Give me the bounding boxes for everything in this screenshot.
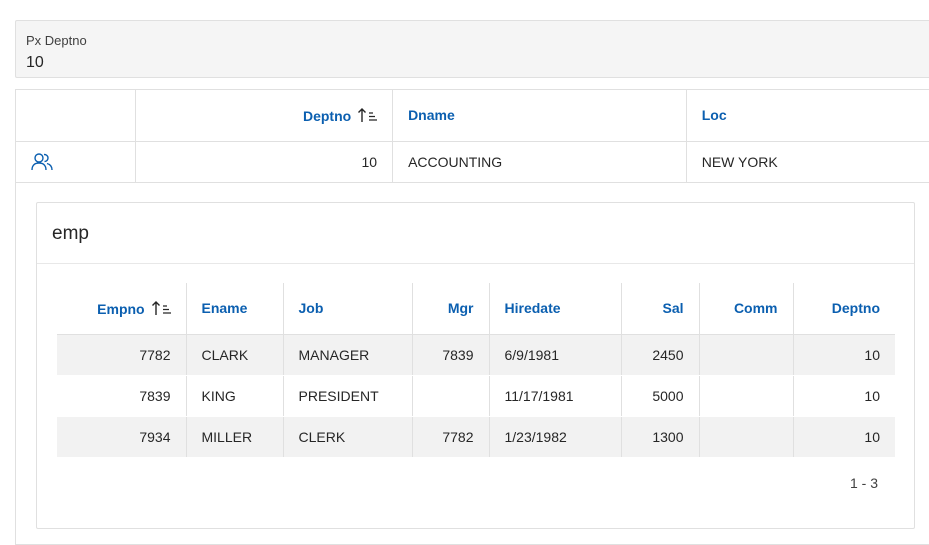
emp-cell-comm: [699, 334, 794, 376]
table-row: 7839 KING PRESIDENT 11/17/1981 5000 10: [57, 375, 895, 417]
emp-region-title: emp: [52, 223, 89, 244]
table-row: 10 ACCOUNTING NEW YORK: [16, 141, 929, 183]
emp-cell-ename: MILLER: [186, 416, 284, 458]
dept-header-deptno-label: Deptno: [302, 107, 352, 124]
emp-header-ename[interactable]: Ename: [186, 283, 284, 335]
emp-cell-deptno: 10: [793, 375, 895, 417]
emp-cell-comm: [699, 375, 794, 417]
dept-header-link: [16, 90, 137, 142]
emp-header-mgr[interactable]: Mgr: [412, 283, 490, 335]
pagination-range: 1 - 3: [849, 475, 878, 491]
emp-cell-job: PRESIDENT: [283, 375, 413, 417]
emp-cell-mgr: 7839: [412, 334, 490, 376]
table-row: 7782 CLARK MANAGER 7839 6/9/1981 2450 10: [57, 334, 895, 376]
emp-header-empno-label: Empno: [97, 300, 145, 317]
px-deptno-value[interactable]: 10: [26, 54, 44, 72]
emp-header-hiredate[interactable]: Hiredate: [489, 283, 622, 335]
table-row: 7934 MILLER CLERK 7782 1/23/1982 1300 10: [57, 416, 895, 458]
emp-cell-sal: 1300: [621, 416, 700, 458]
sort-ascending-icon: [151, 300, 171, 315]
emp-cell-hiredate: 11/17/1981: [489, 375, 622, 417]
emp-cell-job: CLERK: [283, 416, 413, 458]
emp-cell-empno: 7934: [57, 416, 187, 458]
emp-header-job[interactable]: Job: [283, 283, 413, 335]
dept-header-loc[interactable]: Loc: [686, 90, 929, 142]
emp-table: Empno Ename Job Mgr Hiredate Sal Comm De…: [57, 283, 895, 458]
users-icon[interactable]: [31, 152, 53, 172]
emp-region-header: emp: [37, 203, 914, 264]
emp-cell-hiredate: 6/9/1981: [489, 334, 622, 376]
page: Px Deptno 10 Deptno Dname Loc 10 ACCOUNT…: [0, 0, 929, 545]
emp-header-row: Empno Ename Job Mgr Hiredate Sal Comm De…: [57, 283, 895, 335]
dept-header-row: Deptno Dname Loc: [16, 90, 929, 142]
emp-cell-deptno: 10: [793, 334, 895, 376]
emp-header-sal[interactable]: Sal: [621, 283, 700, 335]
emp-header-deptno[interactable]: Deptno: [793, 283, 895, 335]
emp-cell-sal: 5000: [621, 375, 700, 417]
dept-cell-loc: NEW YORK: [686, 141, 929, 183]
sort-ascending-icon: [358, 107, 378, 122]
emp-cell-deptno: 10: [793, 416, 895, 458]
px-deptno-label: Px Deptno: [26, 33, 87, 48]
dept-cell-deptno: 10: [135, 141, 394, 183]
dept-table: Deptno Dname Loc 10 ACCOUNTING NEW YORK: [16, 90, 929, 183]
emp-cell-sal: 2450: [621, 334, 700, 376]
px-deptno-field[interactable]: Px Deptno 10: [15, 20, 929, 78]
dept-report: Deptno Dname Loc 10 ACCOUNTING NEW YORK …: [15, 89, 929, 545]
dept-row-link-cell[interactable]: [16, 141, 137, 183]
emp-cell-job: MANAGER: [283, 334, 413, 376]
emp-cell-ename: CLARK: [186, 334, 284, 376]
emp-cell-empno: 7839: [57, 375, 187, 417]
emp-cell-empno: 7782: [57, 334, 187, 376]
emp-header-empno[interactable]: Empno: [57, 283, 187, 335]
dept-header-deptno[interactable]: Deptno: [135, 90, 394, 142]
dept-header-dname[interactable]: Dname: [392, 90, 687, 142]
emp-cell-comm: [699, 416, 794, 458]
emp-cell-mgr: [412, 375, 490, 417]
emp-cell-mgr: 7782: [412, 416, 490, 458]
emp-header-comm[interactable]: Comm: [699, 283, 794, 335]
emp-cell-hiredate: 1/23/1982: [489, 416, 622, 458]
dept-cell-dname: ACCOUNTING: [392, 141, 687, 183]
emp-region: emp Empno Ename Job Mgr Hiredate Sal Com…: [36, 202, 915, 529]
emp-cell-ename: KING: [186, 375, 284, 417]
